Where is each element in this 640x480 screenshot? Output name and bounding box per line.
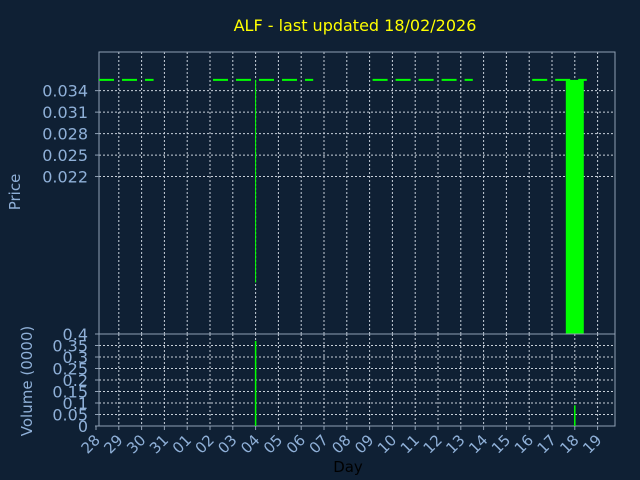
volume-y-tick-label: 0: [78, 417, 88, 436]
volume-y-axis-label: Volume (0000): [18, 326, 36, 436]
chart-title: ALF - last updated 18/02/2026: [234, 16, 477, 35]
price-y-tick-label: 0.025: [42, 146, 88, 165]
price-y-tick-label: 0.028: [42, 125, 88, 144]
chart-background: [0, 0, 640, 480]
price-candle-body: [565, 79, 584, 335]
price-y-tick-label: 0.034: [42, 82, 88, 101]
price-y-tick-label: 0.031: [42, 103, 88, 122]
stock-chart: ALF - last updated 18/02/2026 0.034 0.031…: [0, 0, 640, 480]
price-y-axis-label: Price: [6, 174, 24, 211]
price-y-tick-label: 0.022: [42, 168, 88, 187]
x-axis-label: Day: [333, 458, 363, 476]
